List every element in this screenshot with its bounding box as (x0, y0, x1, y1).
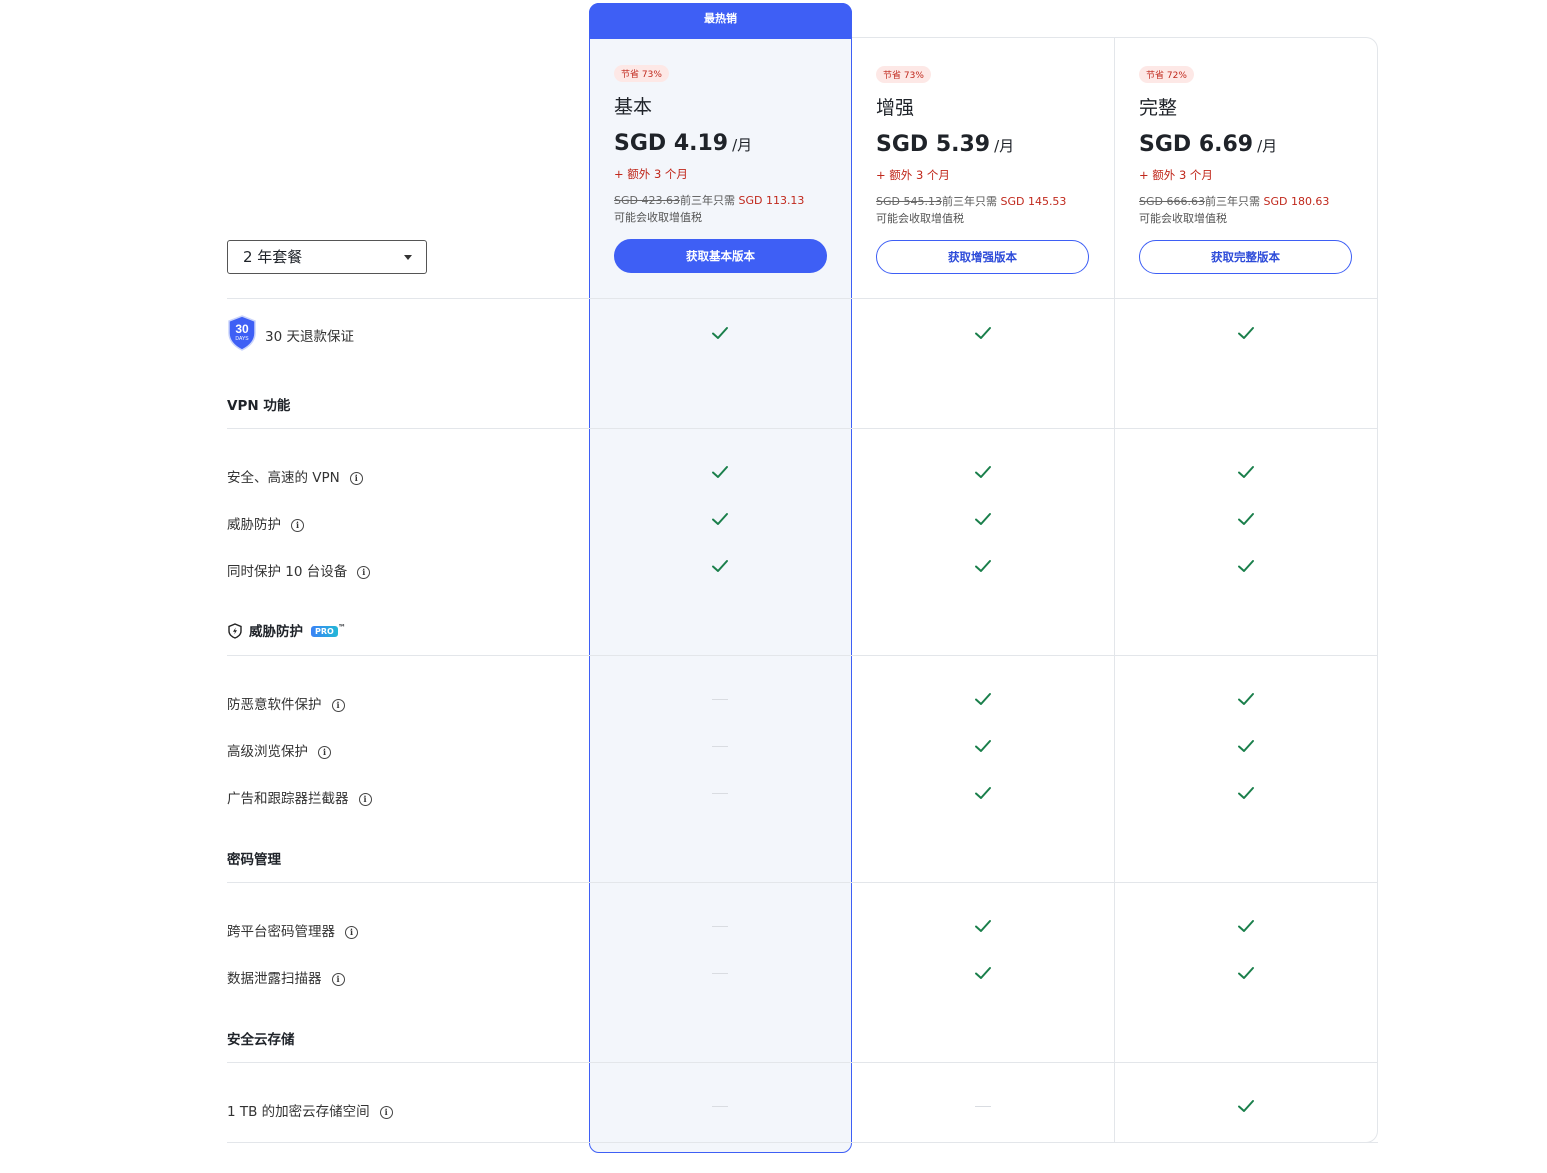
check-icon (973, 736, 993, 756)
shield-bolt-icon (228, 623, 242, 639)
check-icon (1236, 462, 1256, 482)
feature-label: 威胁防护 i (227, 513, 304, 533)
feature-label: 安全、高速的 VPN i (227, 466, 363, 486)
not-included-dash (712, 926, 728, 927)
check-icon (710, 556, 730, 576)
plan-price: SGD 4.19/月 (614, 131, 753, 156)
not-included-dash (712, 1106, 728, 1107)
feature-label: 广告和跟踪器拦截器 i (227, 787, 372, 807)
info-icon[interactable]: i (331, 699, 345, 712)
check-icon (1236, 963, 1256, 983)
row-divider (227, 882, 1378, 883)
feature-label: 防恶意软件保护 i (227, 693, 345, 713)
not-included-dash (712, 699, 728, 700)
info-icon[interactable]: i (379, 1106, 393, 1119)
check-icon (973, 783, 993, 803)
check-icon (1236, 1096, 1256, 1116)
row-divider (227, 1142, 1378, 1143)
tax-note: 可能会收取增值税 (614, 211, 702, 224)
not-included-dash (712, 973, 728, 974)
bonus-months: + 额外 3 个月 (1139, 168, 1213, 182)
svg-text:DAYS: DAYS (235, 336, 249, 342)
check-icon (1236, 556, 1256, 576)
info-icon[interactable]: i (349, 472, 363, 485)
check-icon (710, 509, 730, 529)
info-icon[interactable]: i (358, 793, 372, 806)
not-included-dash (712, 793, 728, 794)
plan-price: SGD 6.69/月 (1139, 132, 1278, 157)
column-divider (1114, 37, 1115, 1143)
plan-name: 增强 (876, 97, 915, 119)
bonus-months: + 额外 3 个月 (876, 168, 950, 182)
check-icon (973, 916, 993, 936)
plan-price: SGD 5.39/月 (876, 132, 1015, 157)
info-icon[interactable]: i (345, 926, 358, 939)
get-advanced-button[interactable]: 获取增强版本 (876, 240, 1089, 274)
row-divider (227, 655, 1378, 656)
price-details: SGD 666.63前三年只需 SGD 180.63 可能会收取增值税 (1139, 195, 1330, 225)
row-divider (227, 298, 1378, 299)
info-icon[interactable]: i (331, 973, 345, 986)
check-icon (1236, 509, 1256, 529)
check-icon (1236, 736, 1256, 756)
money-back-label: 30 天退款保证 (265, 329, 354, 345)
plan-name: 基本 (614, 96, 653, 118)
discount-badge: 节省 73% (876, 66, 931, 83)
not-included-dash (712, 746, 728, 747)
not-included-dash (975, 1106, 991, 1107)
check-icon (973, 323, 993, 343)
check-icon (973, 689, 993, 709)
info-icon[interactable]: i (318, 746, 331, 759)
info-icon[interactable]: i (357, 566, 371, 579)
plan-name: 完整 (1139, 97, 1178, 119)
section-title-vpn: VPN 功能 (227, 398, 291, 414)
pro-badge: PRO (311, 626, 338, 637)
plan-header-basic: 节省 73% 基本 SGD 4.19/月 + 额外 3 个月 SGD 423.6… (614, 62, 829, 273)
check-icon (710, 462, 730, 482)
plan-header-complete: 节省 72% 完整 SGD 6.69/月 + 额外 3 个月 SGD 666.6… (1139, 63, 1354, 274)
price-details: SGD 545.13前三年只需 SGD 145.53 可能会收取增值税 (876, 195, 1067, 225)
row-divider (227, 428, 1378, 429)
section-title-password: 密码管理 (227, 852, 281, 868)
feature-label: 同时保护 10 台设备 i (227, 560, 371, 580)
check-icon (1236, 916, 1256, 936)
info-icon[interactable]: i (291, 519, 304, 532)
price-details: SGD 423.63前三年只需 SGD 113.13 可能会收取增值税 (614, 194, 805, 224)
get-complete-button[interactable]: 获取完整版本 (1139, 240, 1352, 274)
feature-label: 1 TB 的加密云存储空间 i (227, 1100, 393, 1120)
check-icon (710, 323, 730, 343)
discount-badge: 节省 72% (1139, 66, 1194, 83)
caret-down-icon (404, 255, 412, 260)
tax-note: 可能会收取增值税 (876, 212, 964, 225)
check-icon (973, 509, 993, 529)
discount-badge: 节省 73% (614, 65, 669, 82)
get-basic-button[interactable]: 获取基本版本 (614, 239, 827, 273)
check-icon (973, 556, 993, 576)
row-divider (227, 1062, 1378, 1063)
check-icon (973, 462, 993, 482)
bestseller-banner: 最热销 (589, 3, 852, 39)
section-title-threat-protection: 威胁防护 PRO ™ (227, 620, 346, 640)
money-back-badge: 30 DAYS (227, 315, 257, 355)
feature-label: 跨平台密码管理器 i (227, 920, 358, 940)
feature-label: 数据泄露扫描器 i (227, 967, 345, 987)
plan-header-advanced: 节省 73% 增强 SGD 5.39/月 + 额外 3 个月 SGD 545.1… (876, 63, 1091, 274)
bonus-months: + 额外 3 个月 (614, 167, 688, 181)
svg-text:30: 30 (235, 322, 249, 336)
feature-label: 高级浏览保护 i (227, 740, 331, 760)
term-dropdown-value: 2 年套餐 (243, 248, 303, 266)
term-dropdown[interactable]: 2 年套餐 (227, 240, 427, 274)
check-icon (1236, 783, 1256, 803)
tax-note: 可能会收取增值税 (1139, 212, 1227, 225)
check-icon (973, 963, 993, 983)
check-icon (1236, 323, 1256, 343)
shield-days-icon: 30 DAYS (228, 315, 256, 351)
check-icon (1236, 689, 1256, 709)
section-title-cloud: 安全云存储 (227, 1032, 295, 1048)
